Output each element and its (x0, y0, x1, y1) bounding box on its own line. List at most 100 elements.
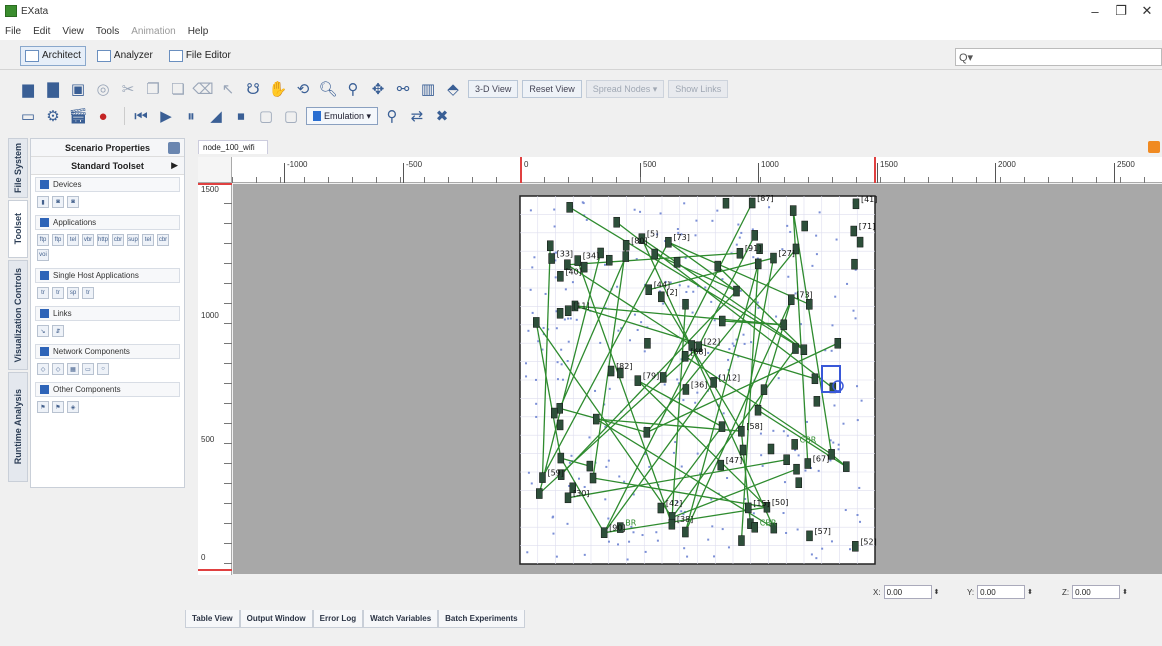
collapse-icon[interactable] (40, 180, 49, 189)
tool-icon[interactable]: tel (142, 234, 154, 246)
canvas-tab[interactable]: node_100_wifi (198, 140, 268, 154)
step-icon[interactable]: ◢ (206, 106, 226, 126)
standard-toolset-header[interactable]: Standard Toolset ▶ (31, 157, 184, 175)
tab-error-log[interactable]: Error Log (312, 610, 364, 628)
tool-icon[interactable]: tr (82, 287, 94, 299)
menu-view[interactable]: View (62, 26, 84, 37)
play-icon[interactable]: ▶ (156, 106, 176, 126)
collapse-icon[interactable] (40, 218, 49, 227)
tool-icon[interactable]: ◇ (37, 363, 49, 375)
tools-icon[interactable]: ✖ (432, 106, 452, 126)
tool-icon[interactable]: sp (67, 287, 79, 299)
tool-icon[interactable]: ◙ (52, 196, 64, 208)
tool-icon[interactable]: ftp (37, 234, 49, 246)
y-field[interactable]: 0.00 (977, 585, 1026, 599)
network-topology[interactable]: [67][59][68][44][34][5][33][79][57][91][… (233, 184, 1162, 574)
run-icon[interactable]: ● (93, 106, 113, 126)
tool-icon[interactable]: sup (127, 234, 139, 246)
properties-icon[interactable] (168, 142, 180, 154)
tool-icon[interactable]: cbr (112, 234, 124, 246)
tool-icon[interactable]: ⇵ (52, 325, 64, 337)
import-icon[interactable]: ▢ (281, 106, 301, 126)
tool-icon[interactable]: voi (37, 249, 49, 261)
tool-icon[interactable]: http (97, 234, 109, 246)
record-movie-icon[interactable]: 🎬︎ (68, 106, 88, 126)
mode-architect[interactable]: Architect (20, 45, 86, 66)
tool-icon[interactable]: ▮ (37, 196, 49, 208)
copy-icon[interactable]: ❐ (143, 79, 163, 99)
paste-icon[interactable]: ❏ (168, 79, 188, 99)
tab-output-window[interactable]: Output Window (239, 610, 313, 628)
close-button[interactable]: ✕ (1130, 0, 1162, 22)
toolset-group-header[interactable]: Devices (35, 177, 180, 192)
link-icon[interactable]: ⚯ (393, 79, 413, 99)
connect-arrows-icon[interactable]: ⇄ (407, 106, 427, 126)
toolset-group-header[interactable]: Applications (35, 215, 180, 230)
view-3d-icon[interactable]: ⬘ (443, 79, 463, 99)
reset-view-button[interactable]: Reset View (522, 80, 582, 98)
toolset-group-header[interactable]: Network Components (35, 344, 180, 359)
canvas-close-icon[interactable] (1148, 141, 1160, 153)
tool-icon[interactable]: ◇ (52, 363, 64, 375)
mode-analyzer[interactable]: Analyzer (92, 46, 158, 66)
z-spinner-icon[interactable]: ⬍ (1122, 585, 1130, 599)
menu-tools[interactable]: Tools (96, 26, 119, 37)
export-icon[interactable]: ▢ (256, 106, 276, 126)
rewind-icon[interactable]: ⏮ (131, 106, 151, 126)
tab-table-view[interactable]: Table View (185, 610, 240, 628)
pause-icon[interactable]: ⏸ (181, 106, 201, 126)
inspect-icon[interactable]: ⚲ (382, 106, 402, 126)
zoom-in-icon[interactable]: 🔍︎ (318, 79, 338, 99)
scenario-properties-button[interactable]: Scenario Properties (31, 139, 184, 157)
move-node-icon[interactable]: ✥ (368, 79, 388, 99)
grid-icon[interactable]: ▥ (418, 79, 438, 99)
pan-hand-icon[interactable]: ✋ (268, 79, 288, 99)
search-input[interactable]: Q▾ (955, 48, 1162, 66)
toolset-group-header[interactable]: Other Components (35, 382, 180, 397)
tool-icon[interactable]: tr (52, 287, 64, 299)
x-spinner-icon[interactable]: ⬍ (934, 585, 942, 599)
x-field[interactable]: 0.00 (883, 585, 932, 599)
collapse-icon[interactable] (40, 385, 49, 394)
tab-visualization-controls[interactable]: Visualization Controls (8, 260, 28, 370)
menu-file[interactable]: File (5, 26, 21, 37)
scenario-canvas[interactable]: [67] [59] [68] [44] [34] [5] [33] [79] [57] [91][… (233, 184, 1162, 574)
tool-icon[interactable]: tr (37, 287, 49, 299)
tab-toolset[interactable]: Toolset (8, 200, 28, 258)
collapse-icon[interactable] (40, 271, 49, 280)
new-file-icon[interactable]: ▆ (18, 79, 38, 99)
toolset-group-header[interactable]: Links (35, 306, 180, 321)
emulation-dropdown[interactable]: Emulation ▾ (306, 107, 379, 125)
stop-icon[interactable]: ⏹ (231, 106, 251, 126)
tool-icon[interactable]: ▭ (82, 363, 94, 375)
tool-icon[interactable]: cbr (157, 234, 169, 246)
tool-icon[interactable]: ↘ (37, 325, 49, 337)
collapse-icon[interactable] (40, 309, 49, 318)
z-field[interactable]: 0.00 (1072, 585, 1121, 599)
tool-icon[interactable]: ▦ (67, 363, 79, 375)
tool-icon[interactable]: ftp (52, 234, 64, 246)
rotate-icon[interactable]: ⟲ (293, 79, 313, 99)
print-icon[interactable]: ◎ (93, 79, 113, 99)
view-mode-dropdown[interactable]: 3-D View (468, 80, 519, 98)
open-folder-icon[interactable]: ▇ (43, 79, 63, 99)
settings-icon[interactable]: ⚙ (43, 106, 63, 126)
toolset-group-header[interactable]: Single Host Applications (35, 268, 180, 283)
tool-icon[interactable]: ◈ (67, 401, 79, 413)
cut-icon[interactable]: ✂ (118, 79, 138, 99)
expand-arrow-icon[interactable]: ▶ (171, 160, 178, 171)
tool-icon[interactable]: ⚑ (37, 401, 49, 413)
tab-runtime-analysis[interactable]: Runtime Analysis (8, 372, 28, 482)
tab-watch-variables[interactable]: Watch Variables (363, 610, 439, 628)
tab-batch-experiments[interactable]: Batch Experiments (438, 610, 525, 628)
tool-icon[interactable]: vbr (82, 234, 94, 246)
collapse-icon[interactable] (40, 347, 49, 356)
tab-file-system[interactable]: File System (8, 138, 28, 198)
select-arrow-icon[interactable]: ↖ (218, 79, 238, 99)
delete-icon[interactable]: ⌫ (192, 79, 213, 99)
tool-icon[interactable]: ○ (97, 363, 109, 375)
save-icon[interactable]: ▣ (68, 79, 88, 99)
tool-icon[interactable]: ⚑ (52, 401, 64, 413)
zoom-out-icon[interactable]: ⚲ (343, 79, 363, 99)
lasso-icon[interactable]: ☋ (243, 79, 263, 99)
